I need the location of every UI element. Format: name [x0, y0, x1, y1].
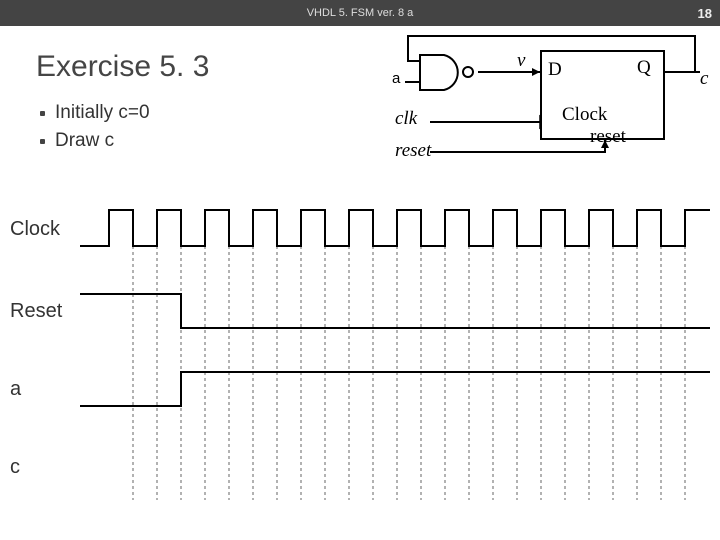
bullet-text: Draw c: [55, 130, 114, 152]
bullet-list: Initially c=0 Draw c: [40, 102, 702, 152]
wave-label-c: c: [10, 456, 20, 479]
reset-wave: [80, 294, 710, 328]
wave-label-a: a: [10, 378, 21, 401]
bullet-dot-icon: [40, 139, 45, 144]
wave-label-reset: Reset: [10, 300, 62, 323]
slide-body: Exercise 5. 3 Initially c=0 Draw c: [0, 26, 720, 152]
exercise-title: Exercise 5. 3: [36, 50, 702, 84]
bullet-text: Initially c=0: [55, 102, 150, 124]
slide-number: 18: [698, 6, 712, 21]
slide-header-title: VHDL 5. FSM ver. 8 a: [307, 7, 414, 19]
wave-label-clock: Clock: [10, 218, 60, 241]
clock-wave: [80, 210, 710, 246]
bullet-item: Initially c=0: [40, 102, 702, 124]
bullet-item: Draw c: [40, 130, 702, 152]
a-wave: [80, 372, 710, 406]
bullet-dot-icon: [40, 111, 45, 116]
slide-header: VHDL 5. FSM ver. 8 a 18: [0, 0, 720, 26]
